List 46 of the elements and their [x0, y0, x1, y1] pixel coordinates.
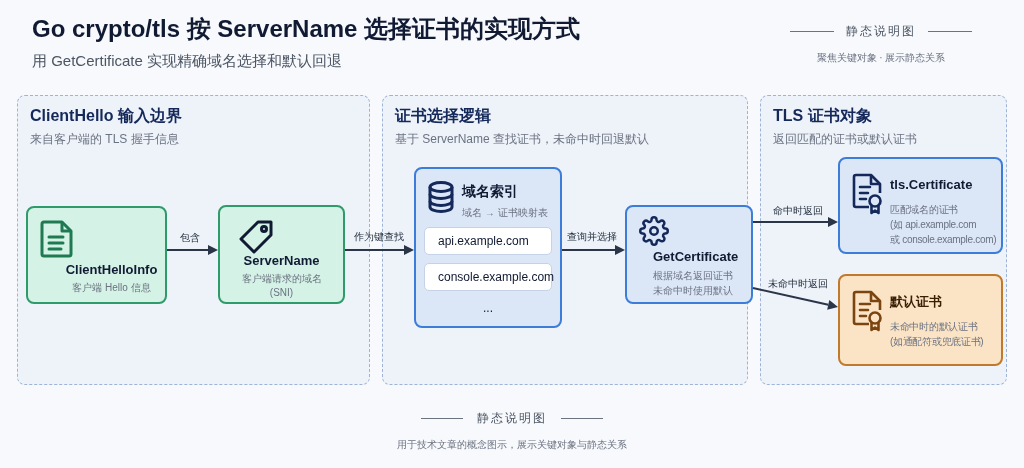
panel-subtitle: 来自客户端的 TLS 握手信息 [30, 131, 180, 148]
node-description: 根据域名返回证书 [653, 268, 734, 282]
node-title: ClientHelloInfo [65, 261, 158, 279]
node-description: 或 console.example.com) [890, 232, 997, 246]
node-description: (SNI) [269, 286, 294, 299]
node-description: 未命中时使用默认 [653, 283, 734, 297]
panel-title: ClientHello 输入边界 [30, 106, 183, 126]
node-title: tls.Certificate [890, 176, 974, 194]
arrow [344, 245, 414, 255]
node-title: ServerName [243, 252, 320, 270]
tag-icon [238, 219, 274, 255]
certificate-icon [852, 173, 884, 215]
document-icon [40, 220, 74, 258]
arrow [561, 245, 625, 255]
certificate-icon [852, 290, 884, 332]
edge-label: 命中时返回 [773, 204, 823, 218]
edge-label: 作为键查找 [354, 230, 404, 244]
node-description: (如 api.example.com [890, 217, 978, 231]
arrow [166, 245, 218, 255]
node-title: GetCertificate [653, 248, 739, 266]
node-description: 客户端 Hello 信息 [72, 281, 151, 294]
edge-label: 未命中时返回 [768, 277, 828, 291]
node-title: 默认证书 [890, 293, 943, 311]
page-title: Go crypto/tls 按 ServerName 选择证书的实现方式 [32, 14, 581, 44]
edge-label: 查询并选择 [567, 230, 617, 244]
node-description: 匹配域名的证书 [890, 202, 959, 216]
legend-title: 静态说明图 [846, 23, 916, 40]
node-description: 域名 → 证书映射表 [462, 206, 548, 220]
footer-title: 静态说明图 [477, 410, 547, 427]
legend-caption: 聚焦关键对象 · 展示静态关系 [816, 51, 946, 65]
node-description: (如通配符或兜底证书) [890, 334, 985, 348]
page-subtitle: 用 GetCertificate 实现精确域名选择和默认回退 [32, 51, 344, 71]
node-description: 未命中时的默认证书 [890, 319, 979, 333]
panel-subtitle: 基于 ServerName 查找证书，未命中时回退默认 [395, 131, 651, 148]
node-description: 客户端请求的域名 [241, 272, 322, 285]
node-title: 域名索引 [462, 182, 519, 201]
panel-title: TLS 证书对象 [773, 106, 873, 126]
more-indicator: ... [482, 300, 494, 317]
footer-caption: 用于技术文章的概念图示，展示关键对象与静态关系 [397, 438, 627, 452]
settings-icon [639, 216, 669, 246]
list-item: console.example.com [424, 263, 552, 291]
list-item: api.example.com [424, 227, 552, 255]
panel-subtitle: 返回匹配的证书或默认证书 [773, 131, 918, 148]
database-icon [428, 181, 454, 213]
edge-label: 包含 [180, 231, 200, 245]
panel-title: 证书选择逻辑 [395, 106, 492, 126]
